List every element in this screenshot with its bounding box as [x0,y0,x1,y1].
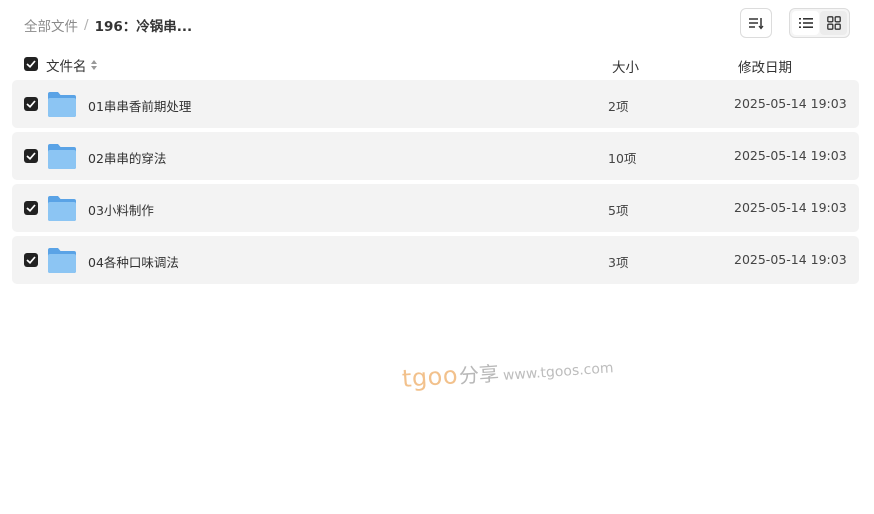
table-row[interactable]: 01串串香前期处理 2项 2025-05-14 19:03 [12,80,859,128]
file-size: 3项 [608,255,629,270]
file-size: 5项 [608,203,629,218]
sort-icon [749,18,764,30]
table-header: 文件名 大小 修改日期 [12,53,859,76]
file-name[interactable]: 02串串的穿法 [88,148,166,167]
file-date: 2025-05-14 19:03 [734,96,847,111]
view-toggle-group [789,8,850,38]
list-view-icon [798,18,813,28]
watermark: tgoo 分享 www.tgoos.com [401,349,614,393]
watermark-cn: 分享 [458,361,500,388]
sort-button[interactable] [740,8,772,38]
file-date: 2025-05-14 19:03 [734,148,847,163]
top-bar: 全部文件 / 196：冷锅串... [0,0,874,48]
file-size: 2项 [608,99,629,114]
row-checkbox[interactable] [24,149,38,163]
folder-icon [48,196,76,221]
checkmark-icon [26,60,36,68]
breadcrumb-root-link[interactable]: 全部文件 [24,15,78,35]
sort-toggle-icon [90,60,97,70]
checkmark-icon [26,204,36,212]
file-date: 2025-05-14 19:03 [734,200,847,215]
column-header-name[interactable]: 文件名 [46,55,98,75]
file-name[interactable]: 01串串香前期处理 [88,96,191,115]
file-date: 2025-05-14 19:03 [734,252,847,267]
grid-view-icon [826,16,841,30]
folder-icon [48,248,76,273]
select-all-checkbox[interactable] [24,57,38,71]
row-checkbox[interactable] [24,97,38,111]
folder-icon [48,92,76,117]
checkmark-icon [26,256,36,264]
breadcrumb: 全部文件 / 196：冷锅串... [24,15,192,35]
table-row[interactable]: 04各种口味调法 3项 2025-05-14 19:03 [12,236,859,284]
grid-view-button[interactable] [820,11,847,35]
file-name[interactable]: 04各种口味调法 [88,252,179,271]
row-checkbox[interactable] [24,253,38,267]
breadcrumb-separator: / [84,17,89,33]
column-header-size[interactable]: 大小 [612,56,639,76]
row-checkbox[interactable] [24,201,38,215]
column-header-name-label: 文件名 [46,59,87,75]
breadcrumb-current: 196：冷锅串... [94,19,193,35]
file-list: 01串串香前期处理 2项 2025-05-14 19:03 02串串的穿法 10… [12,80,859,288]
list-view-button[interactable] [792,11,819,35]
file-name[interactable]: 03小料制作 [88,200,154,219]
table-row[interactable]: 03小料制作 5项 2025-05-14 19:03 [12,184,859,232]
checkmark-icon [26,100,36,108]
checkmark-icon [26,152,36,160]
table-row[interactable]: 02串串的穿法 10项 2025-05-14 19:03 [12,132,859,180]
column-header-date[interactable]: 修改日期 [738,56,792,76]
watermark-brand: tgoo [401,361,459,393]
folder-icon [48,144,76,169]
watermark-url: www.tgoos.com [502,360,615,384]
file-size: 10项 [608,151,637,166]
